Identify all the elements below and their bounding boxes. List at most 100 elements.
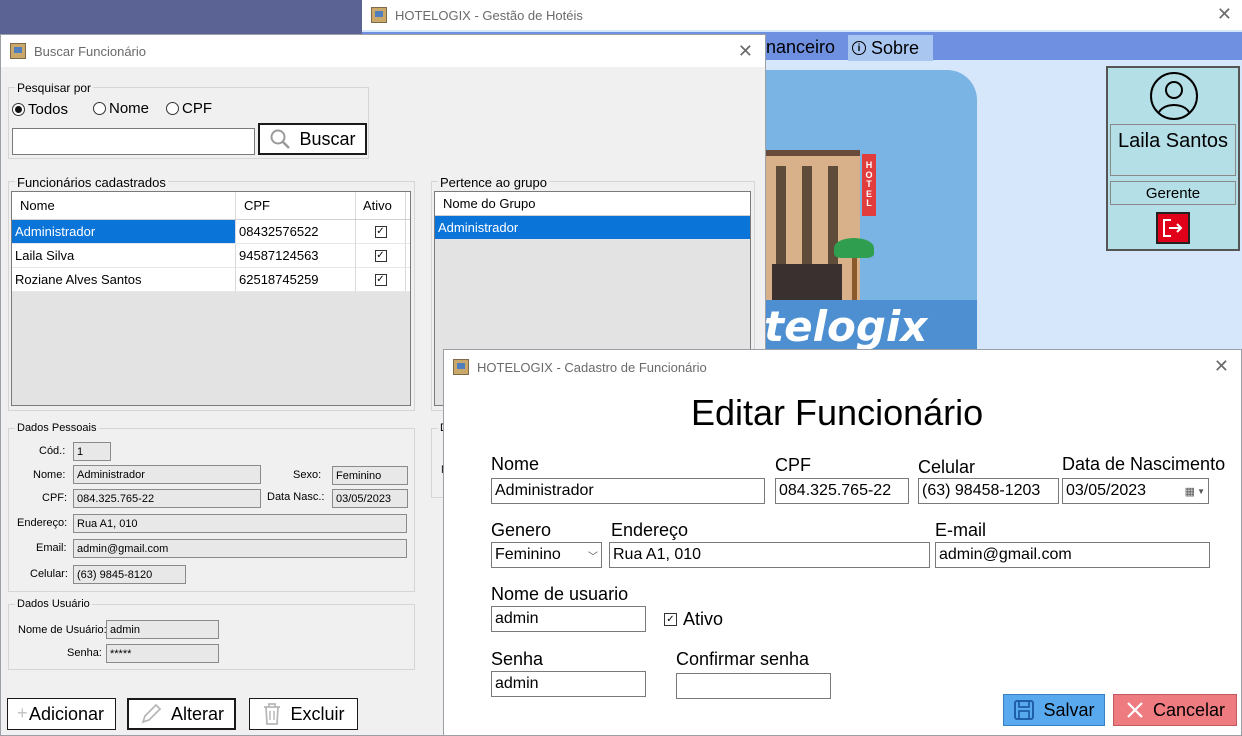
radio-nome[interactable]: Nome (93, 100, 149, 117)
alterar-button[interactable]: Alterar (127, 698, 236, 730)
column-ativo[interactable]: Ativo (356, 192, 406, 219)
hotel-logo-image: HOTEL telogix (762, 70, 977, 360)
cpf-field[interactable]: 084.325.765-22 (73, 489, 261, 508)
usuario-input[interactable]: admin (491, 606, 646, 632)
nasc-label: Data de Nascimento (1062, 454, 1226, 474)
senha-input[interactable]: admin (491, 671, 646, 697)
cell-cpf: 94587124563 (236, 244, 356, 267)
salvar-button[interactable]: Salvar (1003, 694, 1105, 726)
celular-field[interactable]: (63) 9845-8120 (73, 565, 186, 584)
usuario-field[interactable]: admin (106, 620, 219, 639)
table-row[interactable]: Roziane Alves Santos 62518745259 ✓ (12, 268, 410, 292)
info-icon: i (852, 41, 866, 55)
table-row[interactable]: Administrador 08432576522 ✓ (12, 220, 410, 244)
column-nome[interactable]: Nome (12, 192, 236, 219)
celular-label: Celular (918, 457, 976, 477)
employees-group-label: Funcionários cadastrados (15, 175, 168, 190)
checkbox-ativo[interactable]: ✓ (374, 225, 387, 238)
ativo-checkbox[interactable]: ✓ Ativo (664, 609, 723, 630)
menu-financeiro-label: nanceiro (766, 36, 836, 57)
endereco-label: Endereço (611, 520, 689, 540)
buscar-button-label: Buscar (299, 128, 356, 149)
cell-ativo: ✓ (356, 244, 406, 267)
senha-label: Senha: (67, 647, 102, 659)
excluir-button[interactable]: Excluir (249, 698, 358, 730)
buscar-close-icon[interactable]: ✕ (738, 41, 753, 62)
table-row[interactable]: Administrador (435, 216, 750, 240)
calendar-icon[interactable]: ▦ ▼ (1185, 485, 1205, 498)
radio-cpf[interactable]: CPF (166, 100, 212, 117)
employees-grid[interactable]: Nome CPF Ativo Administrador 08432576522… (11, 191, 411, 406)
cancelar-button[interactable]: Cancelar (1113, 694, 1237, 726)
cpf-label: CPF: (42, 492, 68, 504)
cpf-input[interactable]: 084.325.765-22 (775, 478, 909, 504)
genero-label: Genero (491, 520, 552, 540)
endereco-field[interactable]: Rua A1, 010 (73, 514, 407, 533)
menu-item-financeiro[interactable]: nanceiro (766, 35, 835, 59)
email-input[interactable]: admin@gmail.com (935, 542, 1210, 568)
radio-todos[interactable]: Todos (12, 101, 68, 118)
column-nome-grupo[interactable]: Nome do Grupo (435, 192, 750, 215)
groups-group-label: Pertence ao grupo (438, 175, 549, 190)
search-group-label: Pesquisar por (15, 81, 94, 95)
confirmar-senha-input[interactable] (676, 673, 831, 699)
menu-item-sobre[interactable]: i Sobre (848, 35, 934, 61)
logout-button[interactable] (1156, 212, 1190, 244)
edit-pencil-icon (141, 703, 162, 724)
celular-input[interactable]: (63) 98458-1203 (918, 478, 1059, 504)
checkbox-ativo[interactable]: ✓ (374, 249, 387, 262)
nome-label: Nome: (33, 469, 66, 481)
email-label: E-mail (935, 520, 987, 540)
radio-cpf-dot[interactable] (166, 102, 179, 115)
radio-todos-label: Todos (28, 101, 69, 118)
cadastro-window-title: HOTELOGIX - Cadastro de Funcionário (477, 359, 707, 375)
cadastro-close-icon[interactable]: ✕ (1214, 356, 1229, 377)
nome-input[interactable]: Administrador (491, 478, 765, 504)
buscar-button[interactable]: Buscar (258, 123, 367, 155)
sexo-field[interactable]: Feminino (332, 466, 408, 485)
email-field[interactable]: admin@gmail.com (73, 539, 407, 558)
endereco-input[interactable]: Rua A1, 010 (609, 542, 930, 568)
excluir-button-label: Excluir (290, 703, 345, 724)
genero-select[interactable]: Feminino ﹀ (491, 542, 602, 568)
cell-grupo: Administrador (438, 220, 519, 235)
cell-nome: Laila Silva (12, 244, 236, 267)
email-label: Email: (36, 542, 67, 554)
checkbox-ativo[interactable]: ✓ (374, 273, 387, 286)
chevron-down-icon[interactable]: ﹀ (588, 548, 598, 563)
cell-ativo: ✓ (356, 220, 406, 243)
usuario-label: Nome de usuario (491, 584, 629, 604)
personal-groupbox: Dados Pessoais (8, 422, 415, 592)
cod-label: Cód.: (39, 445, 66, 457)
search-input[interactable] (12, 128, 255, 155)
sexo-label: Sexo: (293, 469, 322, 481)
adicionar-button-label: Adicionar (28, 703, 105, 724)
user-role: Gerente (1110, 181, 1236, 205)
logout-icon (1163, 219, 1183, 237)
ativo-checkbox-box[interactable]: ✓ (664, 613, 677, 626)
celular-label: Celular: (30, 568, 68, 580)
main-close-icon[interactable]: ✕ (1217, 4, 1232, 25)
cancelar-button-label: Cancelar (1152, 699, 1226, 720)
table-row[interactable]: Laila Silva 94587124563 ✓ (12, 244, 410, 268)
radio-nome-dot[interactable] (93, 102, 106, 115)
senha-field[interactable]: ***** (106, 644, 219, 663)
nome-field[interactable]: Administrador (73, 465, 261, 484)
buscar-window-title: Buscar Funcionário (34, 43, 146, 59)
nasc-datepicker[interactable]: 03/05/2023 ▦ ▼ (1062, 478, 1209, 504)
radio-todos-dot[interactable] (12, 103, 25, 116)
nasc-field[interactable]: 03/05/2023 (332, 489, 408, 508)
chevron-down-icon: ▼ (1197, 486, 1205, 496)
menu-sobre-label: Sobre (871, 37, 920, 58)
save-icon (1014, 700, 1035, 720)
main-window-titlebar: HOTELOGIX - Gestão de Hotéis ✕ (362, 0, 1242, 30)
groups-grid-header: Nome do Grupo (435, 192, 750, 216)
search-groupbox: Pesquisar por Todos Nome CPF Buscar (8, 81, 369, 159)
nasc-value: 03/05/2023 (1066, 482, 1147, 499)
hotel-sign: HOTEL (862, 154, 876, 216)
adicionar-button[interactable]: + Adicionar (7, 698, 116, 730)
senha-label: Senha (491, 649, 544, 669)
hotel-app-icon (10, 43, 26, 59)
column-cpf[interactable]: CPF (236, 192, 356, 219)
cod-field[interactable]: 1 (73, 442, 111, 461)
